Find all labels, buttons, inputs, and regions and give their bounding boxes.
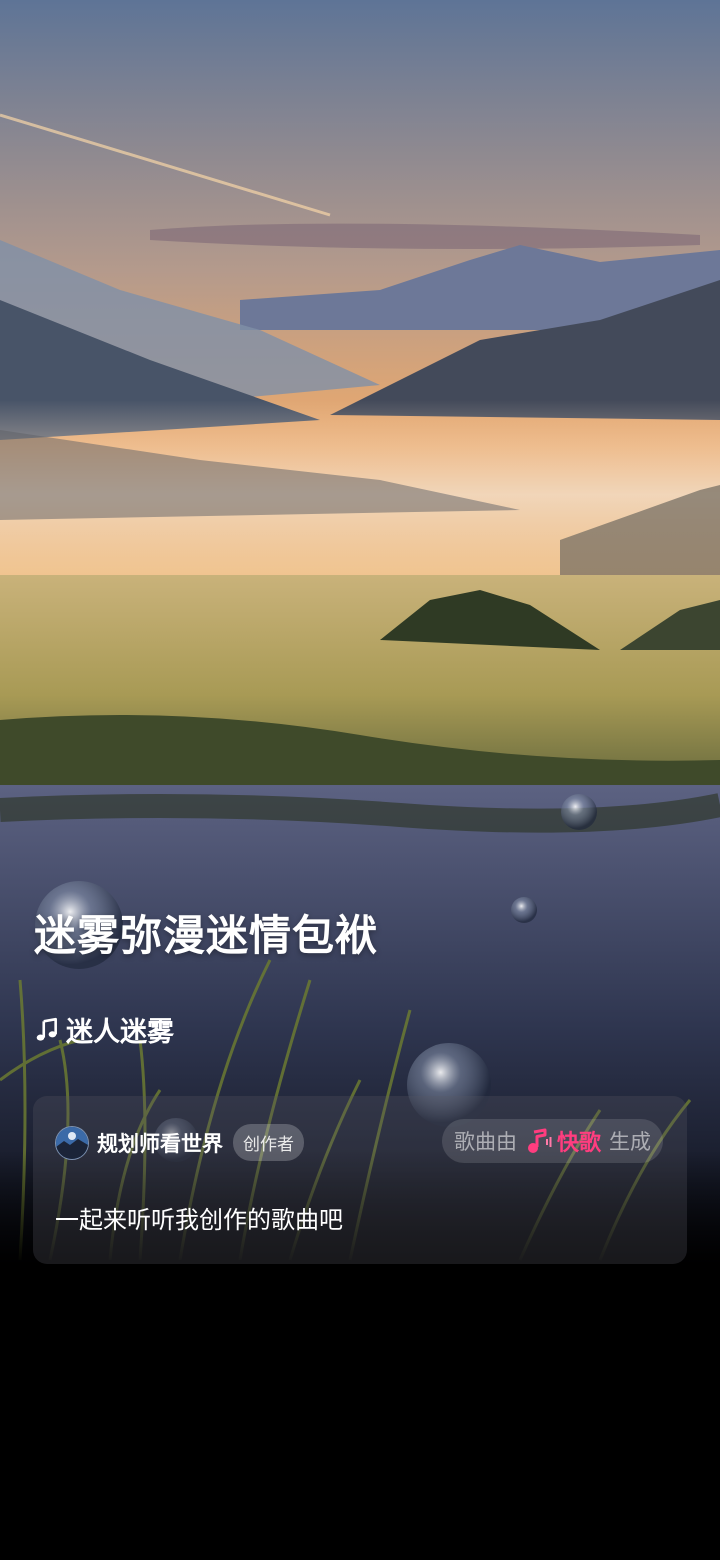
- avatar[interactable]: [55, 1125, 89, 1160]
- creator-badge: 创作者: [233, 1124, 304, 1161]
- song-title: 迷雾弥漫迷情包袱: [34, 911, 379, 960]
- creator-row[interactable]: 规划师看世界 创作者: [55, 1124, 304, 1161]
- generator-prefix: 歌曲由: [453, 1130, 517, 1154]
- kuaige-app-icon: [527, 1128, 552, 1153]
- music-note-icon: [36, 1017, 57, 1041]
- cover-artwork: [0, 0, 720, 1265]
- song-share-screen: 迷雾弥漫迷情包袱 迷人迷雾 规划师看世界 创作者 歌曲由 快歌 生成 一起来听听…: [0, 0, 720, 1560]
- song-tag-label: 迷人迷雾: [66, 1017, 174, 1048]
- creator-name[interactable]: 规划师看世界: [97, 1128, 223, 1158]
- creator-info-card: 规划师看世界 创作者 歌曲由 快歌 生成 一起来听听我创作的歌曲吧: [33, 1096, 687, 1264]
- generator-credit[interactable]: 歌曲由 快歌 生成: [441, 1119, 663, 1163]
- song-description: 一起来听听我创作的歌曲吧: [55, 1206, 343, 1234]
- song-tag[interactable]: 迷人迷雾: [34, 1010, 174, 1049]
- generator-suffix: 生成: [609, 1130, 651, 1154]
- app-name: 快歌: [556, 1131, 601, 1156]
